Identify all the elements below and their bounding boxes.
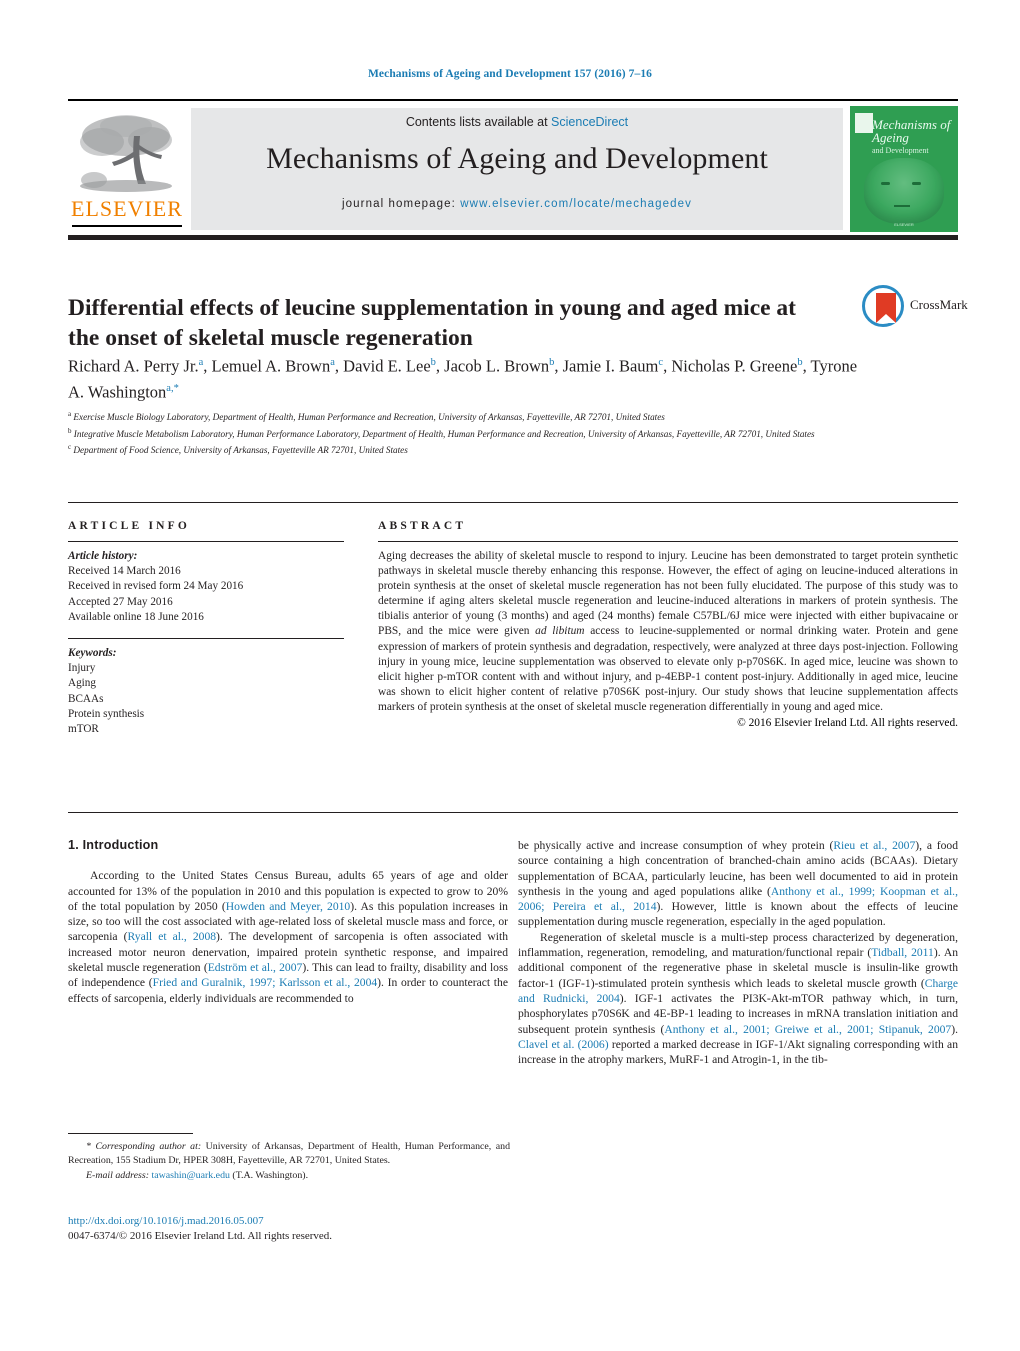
- cover-face-mouth: [894, 205, 910, 207]
- article-info-column: ARTICLE INFO Article history: Received 1…: [68, 520, 344, 737]
- keyword-item: Injury: [68, 662, 96, 675]
- section-heading-introduction: 1. Introduction: [68, 838, 159, 852]
- abstract-rule: [378, 541, 958, 542]
- elsevier-logo: ELSEVIER: [68, 108, 186, 233]
- body-paragraph: be physically active and increase consum…: [518, 839, 958, 929]
- email-label: E-mail address:: [86, 1170, 149, 1182]
- journal-homepage-url[interactable]: www.elsevier.com/locate/mechagedev: [460, 198, 692, 210]
- issn-copyright-line: 0047-6374/© 2016 Elsevier Ireland Ltd. A…: [68, 1230, 333, 1242]
- email-link[interactable]: tawashin@uark.edu: [151, 1170, 229, 1181]
- contents-available-label: Contents lists available at: [405, 115, 552, 129]
- elsevier-tree-icon: [80, 115, 172, 192]
- email-note: E-mail address: tawashin@uark.edu (T.A. …: [68, 1169, 510, 1183]
- article-history-label: Article history:: [68, 550, 138, 562]
- affiliation-list: a Exercise Muscle Biology Laboratory, De…: [68, 408, 898, 458]
- masthead-bottom-rule: [68, 235, 958, 240]
- journal-masthead: ELSEVIER Contents lists available at Sci…: [68, 99, 958, 240]
- doi-link[interactable]: http://dx.doi.org/10.1016/j.mad.2016.05.…: [68, 1214, 510, 1229]
- masthead-top-rule: [68, 99, 958, 101]
- crossmark-badge[interactable]: CrossMark: [862, 285, 968, 329]
- article-history-item: Received 14 March 2016: [68, 565, 181, 578]
- abstract-column: ABSTRACT Aging decreases the ability of …: [378, 520, 958, 729]
- cover-face-eye-right: [912, 182, 921, 185]
- cover-face-illustration: [864, 158, 944, 224]
- affiliation-mark: a: [68, 410, 72, 418]
- affiliation-text: Department of Food Science, University o…: [73, 445, 408, 456]
- journal-homepage-label: journal homepage:: [342, 198, 461, 210]
- keywords-label: Keywords:: [68, 647, 117, 660]
- keywords-block: Keywords: Injury Aging BCAAs Protein syn…: [68, 646, 344, 737]
- cover-face-eye-left: [881, 182, 890, 185]
- journal-homepage-line: journal homepage: www.elsevier.com/locat…: [191, 198, 843, 210]
- article-history-item: Accepted 27 May 2016: [68, 595, 173, 608]
- author-list: Richard A. Perry Jr.a, Lemuel A. Browna,…: [68, 356, 858, 402]
- affiliation-item: b Integrative Muscle Metabolism Laborato…: [68, 425, 898, 442]
- elsevier-wordmark: ELSEVIER: [71, 196, 183, 221]
- cover-footer-text: ELSEVIER: [894, 222, 914, 227]
- contents-available-line: Contents lists available at ScienceDirec…: [191, 115, 843, 129]
- article-info-heading: ARTICLE INFO: [68, 520, 191, 532]
- article-history-block: Article history: Received 14 March 2016 …: [68, 549, 344, 625]
- info-band-top-rule: [68, 502, 958, 503]
- abstract-heading: ABSTRACT: [378, 520, 467, 532]
- footnote-block: * Corresponding author at: University of…: [68, 1140, 510, 1183]
- body-paragraph: According to the United States Census Bu…: [68, 869, 508, 1005]
- article-history-item: Received in revised form 24 May 2016: [68, 580, 244, 593]
- email-suffix: (T.A. Washington).: [232, 1170, 309, 1182]
- crossmark-icon: [862, 285, 904, 327]
- journal-title: Mechanisms of Ageing and Development: [266, 142, 768, 175]
- running-head: Mechanisms of Ageing and Development 157…: [367, 68, 653, 80]
- crossmark-label: CrossMark: [910, 297, 968, 312]
- affiliation-mark: b: [68, 426, 72, 435]
- affiliation-item: c Department of Food Science, University…: [68, 441, 898, 458]
- keywords-rule: [68, 638, 344, 640]
- keyword-item: Aging: [68, 677, 96, 690]
- keyword-item: mTOR: [68, 723, 99, 736]
- page-title: Differential effects of leucine suppleme…: [68, 294, 797, 351]
- doi-block: http://dx.doi.org/10.1016/j.mad.2016.05.…: [68, 1214, 510, 1244]
- journal-article-page: Mechanisms of Ageing and Development 157…: [0, 0, 1020, 1351]
- cover-badge-icon: [854, 112, 874, 134]
- info-band-bottom-rule: [68, 812, 958, 813]
- elsevier-underline: [72, 225, 182, 227]
- abstract-text: Aging decreases the ability of skeletal …: [378, 550, 959, 713]
- affiliation-text: Integrative Muscle Metabolism Laboratory…: [73, 428, 815, 439]
- cover-title: Mechanisms of Ageing: [872, 117, 951, 145]
- cover-subtitle: and Development: [872, 146, 929, 155]
- body-paragraph: Regeneration of skeletal muscle is a mul…: [518, 930, 958, 1067]
- body-column-right: be physically active and increase consum…: [518, 838, 958, 1067]
- article-info-rule: [68, 541, 344, 542]
- footnote-rule: [68, 1133, 193, 1134]
- affiliation-item: a Exercise Muscle Biology Laboratory, De…: [68, 408, 898, 425]
- keyword-item: BCAAs: [68, 692, 104, 705]
- journal-cover-thumbnail[interactable]: Mechanisms of Ageing and Development ELS…: [850, 106, 958, 232]
- article-history-item: Available online 18 June 2016: [68, 610, 204, 623]
- affiliation-text: Exercise Muscle Biology Laboratory, Depa…: [73, 412, 665, 423]
- body-column-left: 1. Introduction According to the United …: [68, 838, 508, 1006]
- corresponding-author-note: * Corresponding author at: University of…: [68, 1141, 511, 1166]
- keyword-item: Protein synthesis: [68, 707, 145, 720]
- affiliation-mark: c: [68, 443, 72, 452]
- abstract-copyright: © 2016 Elsevier Ireland Ltd. All rights …: [737, 717, 958, 730]
- sciencedirect-link[interactable]: ScienceDirect: [551, 115, 628, 129]
